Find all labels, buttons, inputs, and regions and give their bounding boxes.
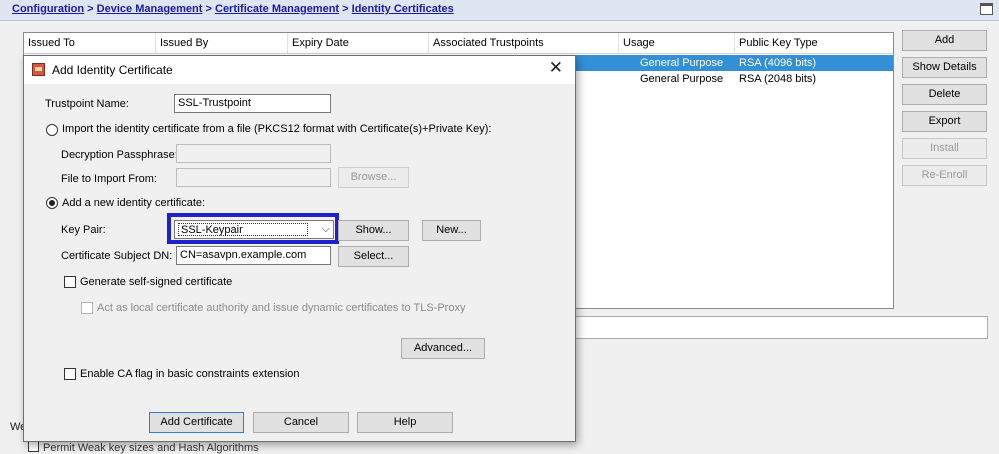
add-new-certificate-label: Add a new identity certificate: [62,197,206,209]
key-pair-label: Key Pair: [61,224,106,236]
table-header: Issued To Issued By Expiry Date Associat… [24,33,893,54]
file-import-input[interactable] [176,168,331,187]
local-ca-checkbox[interactable] [81,302,93,314]
subject-dn-input[interactable]: CN=asavpn.example.com [176,246,331,265]
column-issued-to[interactable]: Issued To [24,33,156,53]
self-signed-label: Generate self-signed certificate [80,276,233,288]
subject-dn-label: Certificate Subject DN: [61,250,173,262]
breadcrumb-device-management[interactable]: Device Management [97,3,203,15]
ca-flag-label: Enable CA flag in basic constraints exte… [80,368,300,380]
breadcrumb: Configuration > Device Management > Cert… [12,3,454,15]
new-key-pair-button[interactable]: New... [422,220,481,241]
file-import-label: File to Import From: [61,173,157,185]
breadcrumb-certificate-management[interactable]: Certificate Management [215,3,339,15]
export-button[interactable]: Export [902,111,987,132]
dialog-title-bar[interactable]: Add Identity Certificate ✕ [24,56,575,84]
trustpoint-label: Trustpoint Name: [45,98,129,110]
cancel-button[interactable]: Cancel [253,412,349,433]
app-icon [32,63,45,76]
add-new-certificate-radio[interactable] [46,197,58,209]
install-button[interactable]: Install [902,138,987,159]
cell-key-type: RSA (2048 bits) [739,73,817,85]
show-key-pair-button[interactable]: Show... [338,220,409,241]
passphrase-label: Decryption Passphrase: [61,149,178,161]
breadcrumb-configuration[interactable]: Configuration [12,3,84,15]
breadcrumb-identity-certificates[interactable]: Identity Certificates [352,3,454,15]
add-identity-certificate-dialog: Add Identity Certificate ✕ Trustpoint Na… [23,55,576,442]
column-public-key-type[interactable]: Public Key Type [735,33,893,53]
advanced-button[interactable]: Advanced... [401,338,485,359]
breadcrumb-bar: Configuration > Device Management > Cert… [0,0,999,21]
reenroll-button[interactable]: Re-Enroll [902,165,987,186]
ca-flag-checkbox[interactable] [64,368,76,380]
permit-weak-keys-checkbox[interactable] [28,441,39,452]
select-subject-dn-button[interactable]: Select... [338,246,409,267]
cell-usage: General Purpose [640,57,724,69]
help-button[interactable]: Help [357,412,453,433]
column-issued-by[interactable]: Issued By [156,33,288,53]
breadcrumb-separator: > [205,3,212,15]
dialog-title: Add Identity Certificate [52,63,173,77]
maximize-icon[interactable] [980,3,993,15]
trustpoint-name-input[interactable]: SSL-Trustpoint [174,94,331,113]
delete-button[interactable]: Delete [902,84,987,105]
local-ca-label: Act as local certificate authority and i… [97,302,466,314]
permit-weak-keys-label: Permit Weak key sizes and Hash Algorithm… [43,442,259,454]
cell-key-type: RSA (4096 bits) [739,57,817,69]
add-button[interactable]: Add [902,30,987,51]
cell-usage: General Purpose [640,73,724,85]
column-associated-trustpoints[interactable]: Associated Trustpoints [429,33,619,53]
add-certificate-button[interactable]: Add Certificate [149,412,244,433]
column-usage[interactable]: Usage [619,33,735,53]
close-icon[interactable]: ✕ [549,59,563,77]
breadcrumb-separator: > [87,3,94,15]
key-pair-highlight [167,213,339,244]
self-signed-checkbox[interactable] [64,276,76,288]
passphrase-input[interactable] [176,144,331,163]
column-expiry-date[interactable]: Expiry Date [288,33,429,53]
show-details-button[interactable]: Show Details [902,57,987,78]
import-file-radio[interactable] [46,124,58,136]
breadcrumb-separator: > [342,3,349,15]
import-file-label: Import the identity certificate from a f… [62,123,492,135]
browse-button[interactable]: Browse... [338,167,409,188]
